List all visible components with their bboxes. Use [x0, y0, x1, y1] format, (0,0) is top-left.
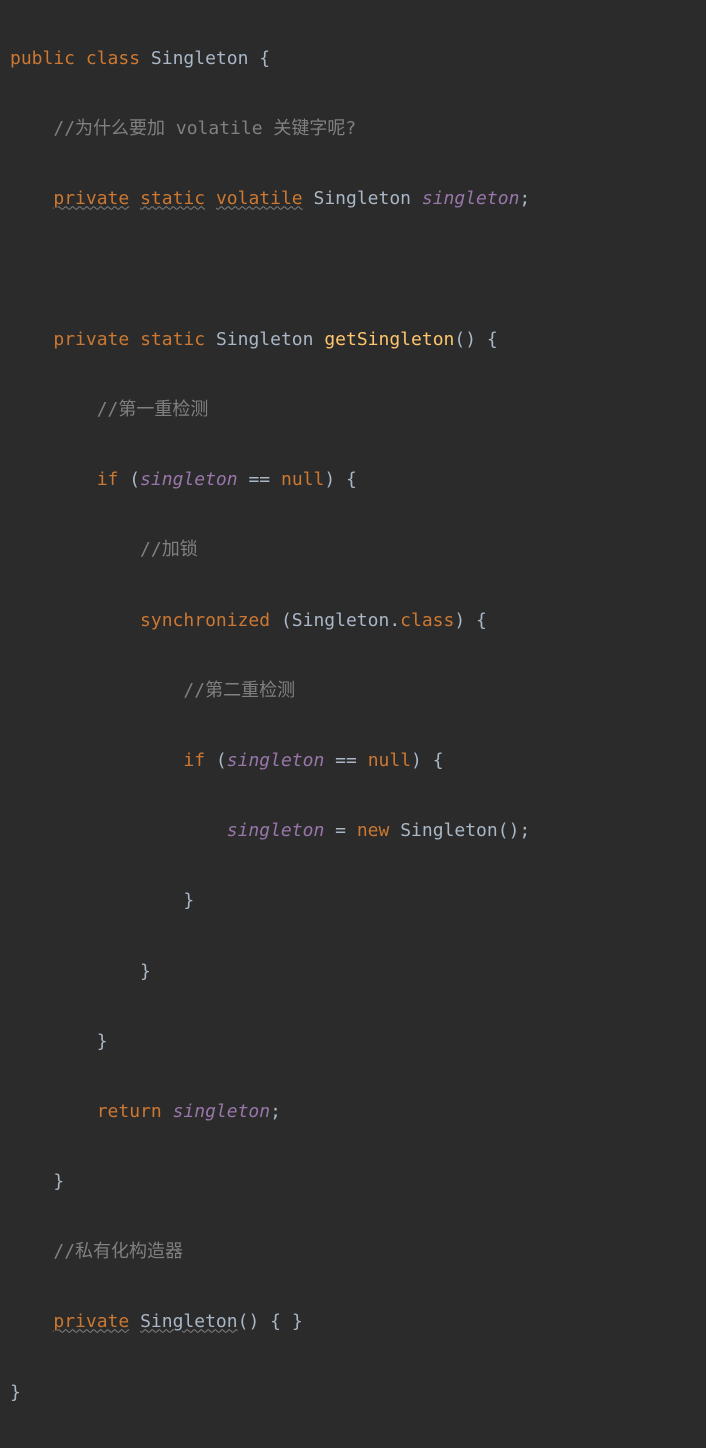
paren-open: ( [129, 469, 140, 490]
paren-close: ) [411, 750, 422, 771]
keyword-static: static [140, 188, 205, 209]
paren-close: ) [454, 610, 465, 631]
keyword-private: private [53, 329, 129, 350]
method-name: getSingleton [324, 329, 454, 350]
code-line: //第一重检测 [10, 392, 706, 427]
brace-close: } [183, 890, 194, 911]
keyword-if: if [97, 469, 119, 490]
brace-close: } [10, 1382, 21, 1403]
code-line: //加锁 [10, 532, 706, 567]
keyword-new: new [357, 820, 390, 841]
code-line-empty [10, 252, 706, 287]
dot: . [389, 610, 400, 631]
semicolon: ; [270, 1101, 281, 1122]
field-ref: singleton [227, 750, 325, 771]
comment: //加锁 [140, 539, 198, 560]
paren-open: ( [281, 610, 292, 631]
parens: () [454, 329, 476, 350]
keyword-null: null [368, 750, 411, 771]
keyword-private: private [53, 1311, 129, 1332]
code-line: return singleton; [10, 1094, 706, 1129]
comment: //私有化构造器 [53, 1241, 183, 1262]
class-name: Singleton [151, 48, 249, 69]
field-name: singleton [422, 188, 520, 209]
brace-open: { [476, 610, 487, 631]
type-name: Singleton [313, 188, 411, 209]
operator-eq: == [248, 469, 270, 490]
keyword-class: class [86, 48, 140, 69]
code-line: //私有化构造器 [10, 1234, 706, 1269]
brace-close: } [140, 961, 151, 982]
semicolon: ; [519, 188, 530, 209]
keyword-return: return [97, 1101, 162, 1122]
return-type: Singleton [216, 329, 314, 350]
parens: () [498, 820, 520, 841]
code-line: private static Singleton getSingleton() … [10, 322, 706, 357]
keyword-static: static [140, 329, 205, 350]
brace-close: } [97, 1031, 108, 1052]
code-line: } [10, 883, 706, 918]
code-line: } [10, 1164, 706, 1199]
operator-eq: == [335, 750, 357, 771]
brace-open: { [259, 48, 270, 69]
keyword-public: public [10, 48, 75, 69]
code-line: } [10, 954, 706, 989]
keyword-private: private [53, 188, 129, 209]
brace-close: } [292, 1311, 303, 1332]
code-line: if (singleton == null) { [10, 743, 706, 778]
parens: () [238, 1311, 260, 1332]
brace-open: { [270, 1311, 281, 1332]
comment: //第一重检测 [97, 399, 209, 420]
constructor-call: Singleton [400, 820, 498, 841]
code-line: } [10, 1024, 706, 1059]
code-line: //为什么要加 volatile 关键字呢? [10, 111, 706, 146]
brace-open: { [487, 329, 498, 350]
code-line: } [10, 1375, 706, 1410]
keyword-null: null [281, 469, 324, 490]
comment: //第二重检测 [183, 680, 295, 701]
comment: //为什么要加 volatile 关键字呢? [53, 118, 356, 139]
keyword-synchronized: synchronized [140, 610, 270, 631]
keyword-volatile: volatile [216, 188, 303, 209]
paren-open: ( [216, 750, 227, 771]
operator-assign: = [335, 820, 346, 841]
field-ref: singleton [173, 1101, 271, 1122]
brace-open: { [346, 469, 357, 490]
code-line: //第二重检测 [10, 673, 706, 708]
code-line: synchronized (Singleton.class) { [10, 603, 706, 638]
code-line: if (singleton == null) { [10, 462, 706, 497]
keyword-class: class [400, 610, 454, 631]
code-line: private Singleton() { } [10, 1304, 706, 1339]
code-editor[interactable]: public class Singleton { //为什么要加 volatil… [0, 0, 706, 1448]
field-ref: singleton [227, 820, 325, 841]
constructor-name: Singleton [140, 1311, 238, 1332]
class-ref: Singleton [292, 610, 390, 631]
semicolon: ; [519, 820, 530, 841]
brace-open: { [433, 750, 444, 771]
brace-close: } [53, 1171, 64, 1192]
field-ref: singleton [140, 469, 238, 490]
code-line: public class Singleton { [10, 41, 706, 76]
code-line: singleton = new Singleton(); [10, 813, 706, 848]
code-line: private static volatile Singleton single… [10, 181, 706, 216]
paren-close: ) [324, 469, 335, 490]
keyword-if: if [183, 750, 205, 771]
